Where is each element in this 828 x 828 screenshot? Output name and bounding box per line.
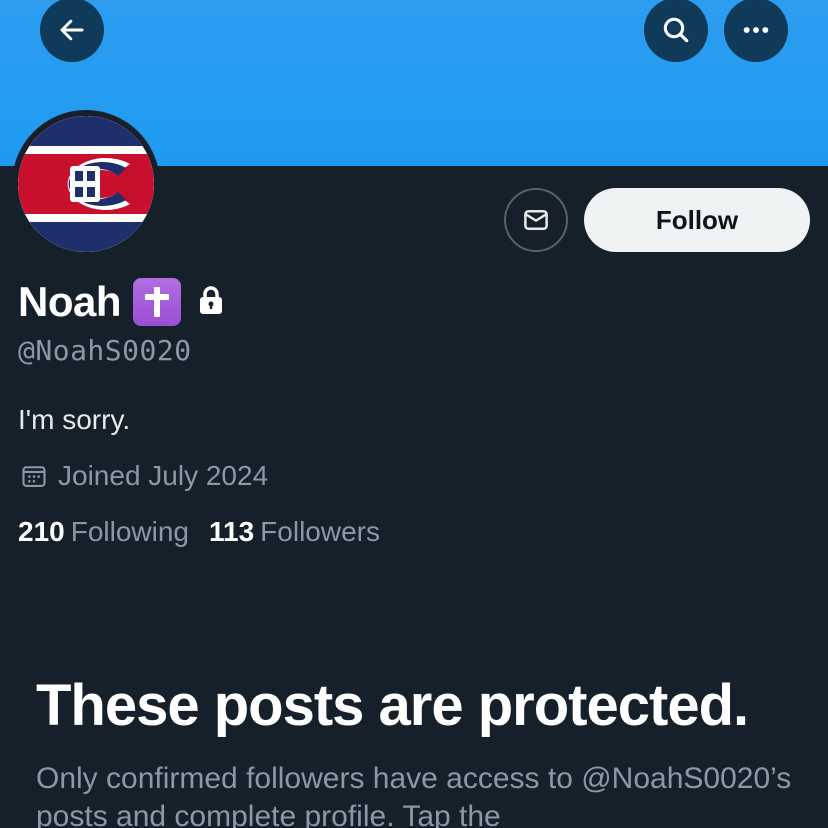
lock-icon: [197, 284, 225, 321]
following-link[interactable]: 210 Following: [18, 516, 189, 548]
protected-posts-title: These posts are protected.: [36, 673, 749, 738]
follow-button[interactable]: Follow: [584, 188, 810, 252]
followers-count: 113: [209, 516, 255, 547]
profile-name-row: Noah: [18, 276, 225, 328]
follow-stats: 210 Following 113 Followers: [18, 516, 380, 548]
followers-label: Followers: [260, 516, 380, 547]
arrow-left-icon: [60, 19, 84, 41]
following-label: Following: [70, 516, 189, 547]
envelope-icon: [524, 210, 548, 230]
joined-date: Joined July 2024: [58, 460, 269, 491]
protected-posts-description: Only confirmed followers have access to …: [36, 762, 792, 828]
followers-link[interactable]: 113 Followers: [209, 516, 380, 548]
profile-bio: I'm sorry.: [18, 404, 131, 435]
joined-date-row: Joined July 2024: [20, 458, 268, 494]
more-options-button[interactable]: [724, 0, 788, 62]
search-icon: [663, 17, 689, 43]
back-button[interactable]: [40, 0, 104, 62]
montreal-canadiens-logo: [18, 116, 154, 252]
latin-cross-emoji-icon: [133, 278, 181, 326]
more-dots-icon: [743, 27, 769, 33]
follow-button-label: Follow: [655, 204, 739, 235]
search-button[interactable]: [644, 0, 708, 62]
user-handle: @NoahS0020: [18, 334, 192, 367]
profile-avatar[interactable]: [12, 110, 160, 258]
display-name: Noah: [18, 278, 122, 325]
calendar-icon: [22, 466, 46, 487]
following-count: 210: [18, 516, 65, 547]
message-button[interactable]: [504, 188, 568, 252]
